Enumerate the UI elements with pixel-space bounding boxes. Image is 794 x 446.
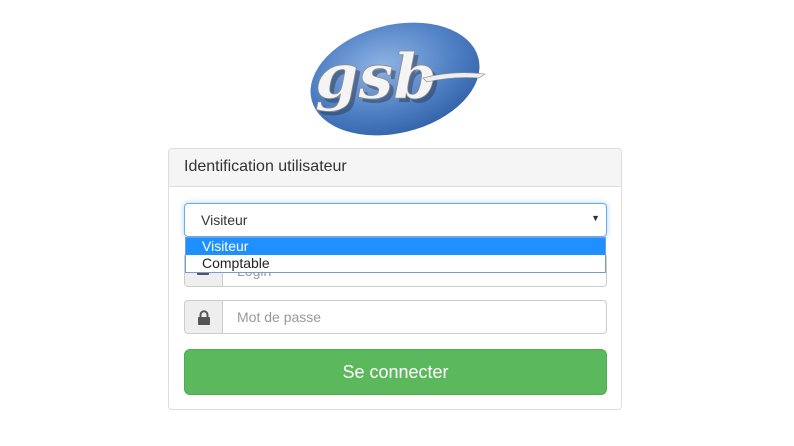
login-panel: Identification utilisateur Visiteur ▼ Lo… (168, 148, 622, 410)
role-select[interactable]: Visiteur ▼ (184, 203, 607, 237)
caret-down-icon: ▼ (591, 213, 600, 223)
gsb-logo: gsb gsb (303, 18, 493, 138)
lock-icon-addon (185, 301, 223, 333)
password-input-group[interactable] (184, 300, 607, 334)
option-visiteur[interactable]: Visiteur (186, 238, 605, 255)
panel-title: Identification utilisateur (169, 149, 621, 187)
role-options-dropdown: Visiteur Comptable (185, 237, 606, 273)
password-field[interactable] (223, 301, 606, 333)
role-select-value: Visiteur (201, 212, 248, 228)
login-button[interactable]: Se connecter (184, 349, 607, 395)
logo-text: gsb (315, 40, 437, 113)
option-comptable[interactable]: Comptable (186, 255, 605, 272)
lock-icon (198, 310, 210, 325)
